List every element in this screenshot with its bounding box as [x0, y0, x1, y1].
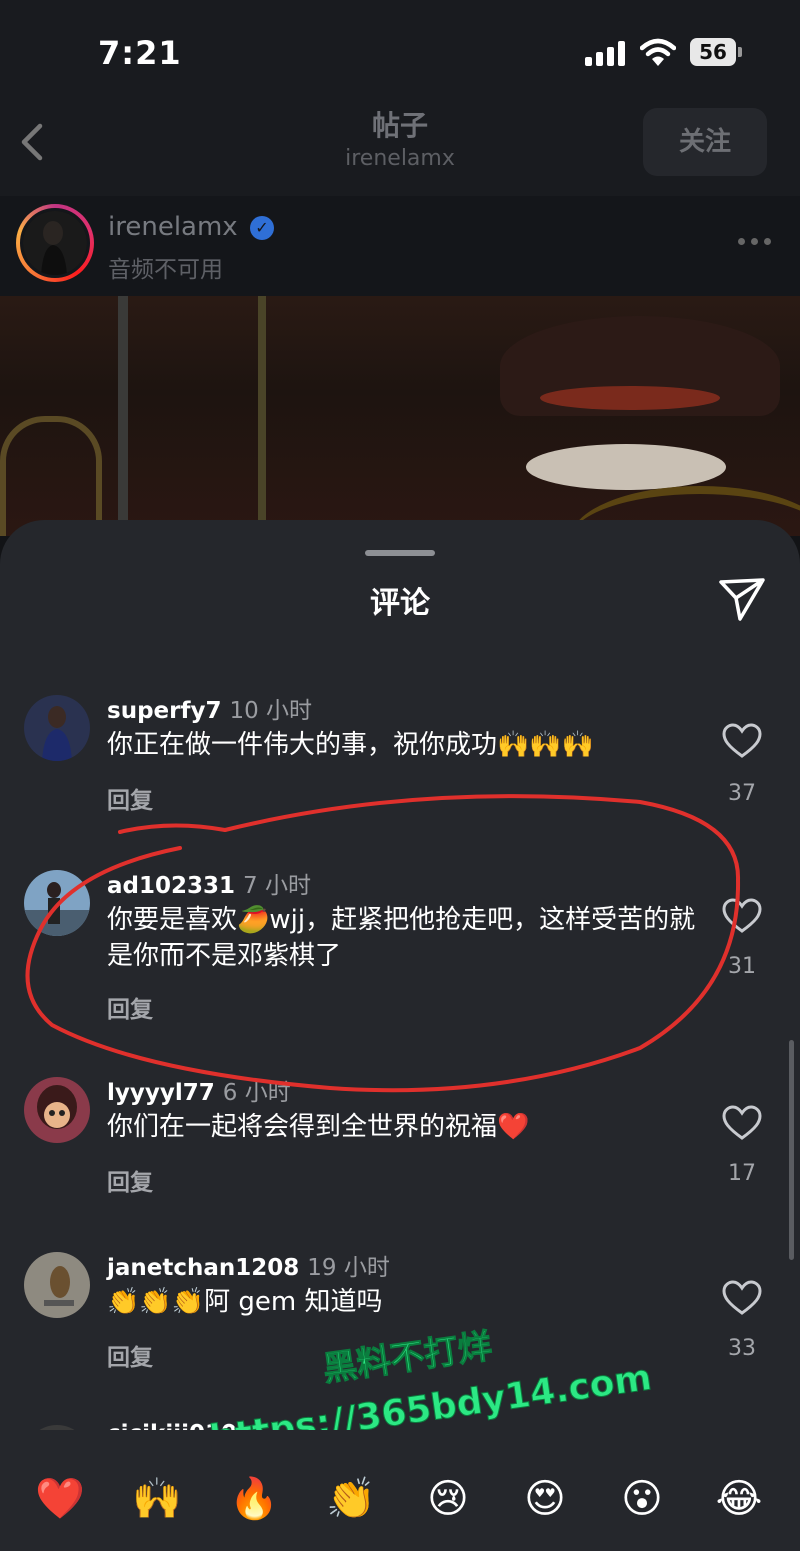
comment-time: 7 小时 [243, 873, 311, 899]
like-count: 33 [728, 1336, 756, 1361]
wifi-icon [640, 38, 676, 66]
like-count: 17 [728, 1161, 756, 1186]
reply-button[interactable]: 回复 [107, 781, 153, 815]
comment-text: 你们在一起将会得到全世界的祝福❤️ [107, 1112, 530, 1142]
emoji-raised-hands-icon[interactable]: 🙌 [132, 1474, 182, 1524]
comment-time: 6 小时 [222, 1080, 291, 1106]
emoji-clap-icon[interactable]: 👏 [326, 1474, 376, 1524]
author-avatar[interactable] [16, 204, 94, 282]
reply-button[interactable]: 回复 [107, 1163, 153, 1197]
commenter-avatar[interactable] [24, 1252, 90, 1318]
like-heart-icon[interactable] [722, 1105, 762, 1141]
commenter-avatar[interactable] [24, 1077, 90, 1143]
reply-button[interactable]: 回复 [107, 990, 153, 1024]
status-time: 7:21 [98, 34, 182, 72]
post-media[interactable] [0, 296, 800, 536]
watermark-line1: 黑料不打烊 [320, 1326, 495, 1390]
photo-pole [258, 296, 266, 536]
emoji-reaction-bar [0, 1430, 800, 1551]
emoji-surprised-icon[interactable]: 😮 [617, 1474, 667, 1524]
more-options-icon[interactable] [738, 238, 772, 246]
comment-text: 你要是喜欢🥭wjj，赶紧把他抢走吧，这样受苦的就是你而不是邓紫棋了 [107, 905, 696, 971]
like-count: 37 [728, 781, 756, 806]
comments-title: 评论 [370, 586, 430, 621]
verified-badge-icon: ✓ [250, 216, 274, 240]
audio-status: 音频不可用 [108, 257, 223, 283]
author-avatar-image [23, 211, 87, 275]
commenter-username[interactable]: janetchan1208 [107, 1255, 299, 1281]
photo-lamp-ring [540, 386, 720, 410]
share-send-icon[interactable] [718, 576, 766, 622]
sheet-drag-handle[interactable] [365, 550, 435, 556]
comment-time: 19 小时 [307, 1255, 390, 1281]
comment-text: 你正在做一件伟大的事，祝你成功🙌🙌🙌 [107, 730, 595, 760]
comments-sheet: 评论 superfy7 10 小时 你正在做一件伟大的事，祝你成功🙌🙌🙌 回复 3… [0, 520, 800, 1551]
photo-lamp-glow [526, 444, 726, 490]
like-heart-icon[interactable] [722, 1280, 762, 1316]
emoji-crying-icon[interactable]: 😢 [423, 1474, 473, 1524]
battery-icon: 56 [690, 38, 736, 66]
comment-text: 👏👏👏阿 gem 知道吗 [107, 1287, 383, 1317]
commenter-avatar[interactable] [24, 695, 90, 761]
emoji-laughing-icon[interactable]: 😂 [714, 1474, 764, 1524]
scrollbar[interactable] [789, 1040, 794, 1260]
commenter-username[interactable]: ad102331 [107, 873, 235, 899]
like-count: 31 [728, 954, 756, 979]
reply-button[interactable]: 回复 [107, 1338, 153, 1372]
author-username[interactable]: irenelamx [108, 212, 238, 242]
battery-tip [738, 47, 742, 57]
commenter-avatar[interactable] [24, 870, 90, 936]
follow-button[interactable]: 关注 [643, 108, 767, 176]
emoji-heart-icon[interactable]: ❤️ [35, 1474, 85, 1524]
emoji-fire-icon[interactable]: 🔥 [229, 1474, 279, 1524]
comment-time: 10 小时 [229, 698, 313, 724]
cellular-signal-icon [585, 40, 627, 66]
photo-arch [0, 416, 102, 536]
photo-pole [118, 296, 128, 536]
like-heart-icon[interactable] [722, 723, 762, 759]
emoji-heart-eyes-icon[interactable]: 😍 [520, 1474, 570, 1524]
commenter-username[interactable]: lyyyyl77 [107, 1080, 215, 1106]
like-heart-icon[interactable] [722, 898, 762, 934]
commenter-username[interactable]: superfy7 [107, 698, 221, 724]
